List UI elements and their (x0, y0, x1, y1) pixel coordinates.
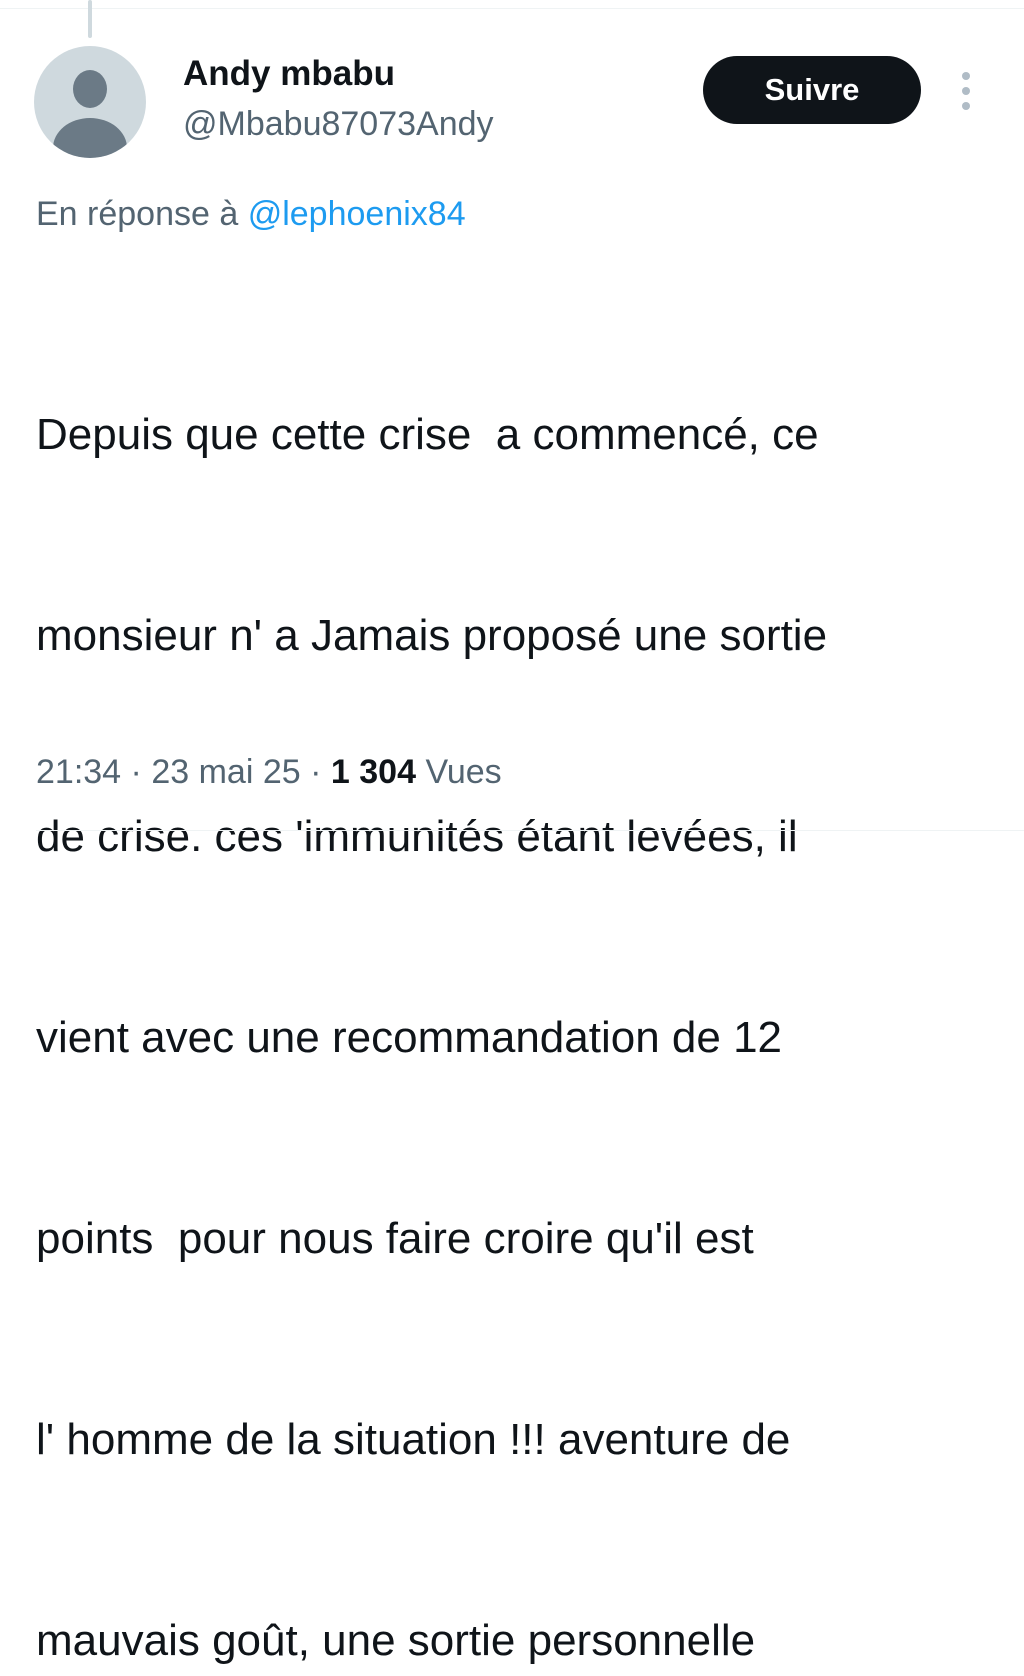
tweet-text-line: l' homme de la situation !!! aventure de (36, 1415, 791, 1464)
bottom-divider (36, 830, 1024, 831)
thread-connector-line (88, 0, 92, 38)
meta-separator: · (310, 753, 322, 791)
author-handle[interactable]: @Mbabu87073Andy (183, 104, 494, 144)
tweet-text-line: vient avec une recommandation de 12 (36, 1013, 783, 1062)
more-dot (962, 72, 970, 80)
tweet-meta: 21:34 · 23 mai 25 · 1 304 Vues (36, 750, 502, 794)
more-vertical-icon[interactable] (955, 70, 977, 112)
reply-context: En réponse à @lephoenix84 (36, 192, 466, 236)
views-label: Vues (425, 753, 502, 791)
author-display-name[interactable]: Andy mbabu (183, 54, 395, 94)
follow-button[interactable]: Suivre (703, 56, 921, 124)
tweet-time[interactable]: 21:34 (36, 753, 121, 791)
tweet-text: Depuis que cette crise a commencé, ce mo… (36, 267, 996, 1676)
meta-separator: · (130, 753, 142, 791)
avatar-head-shape (73, 70, 107, 108)
views-count[interactable]: 1 304 (331, 753, 416, 791)
more-dot (962, 102, 970, 110)
more-dot (962, 87, 970, 95)
tweet-text-line: Depuis que cette crise a commencé, ce (36, 410, 819, 459)
avatar-shoulders-shape (53, 118, 127, 158)
tweet-date[interactable]: 23 mai 25 (151, 753, 300, 791)
tweet-text-line: points pour nous faire croire qu'il est (36, 1214, 754, 1263)
reply-prefix: En réponse à (36, 195, 248, 233)
avatar[interactable] (34, 46, 146, 158)
top-divider (0, 8, 1024, 9)
tweet-text-line: mauvais goût, une sortie personnelle (36, 1616, 756, 1665)
reply-mention-link[interactable]: @lephoenix84 (248, 195, 466, 233)
tweet-text-line: de crise. ces 'immunités étant levées, i… (36, 812, 798, 861)
tweet-text-line: monsieur n' a Jamais proposé une sortie (36, 611, 828, 660)
